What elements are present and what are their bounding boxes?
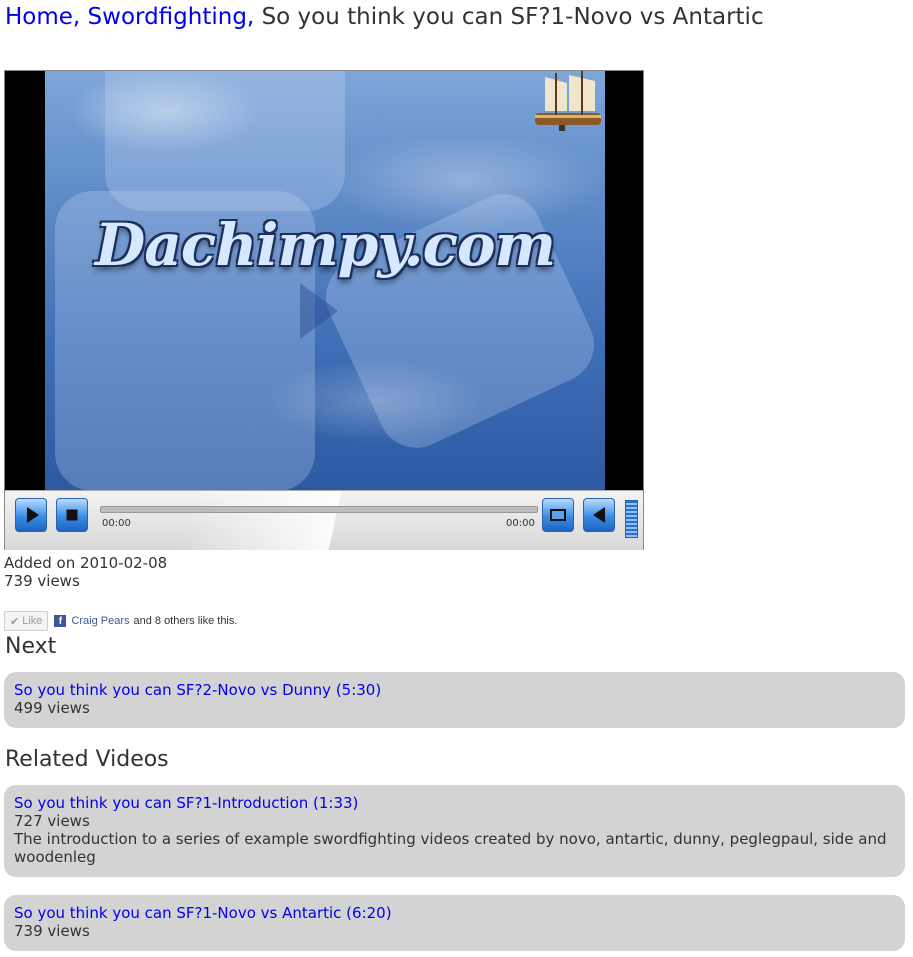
next-heading: Next: [5, 634, 57, 659]
facebook-like-widget: ✔ Like f Craig Pears and 8 others like t…: [4, 610, 237, 632]
stop-button[interactable]: [56, 498, 88, 532]
time-elapsed: 00:00: [102, 518, 131, 529]
check-icon: ✔: [10, 615, 20, 628]
view-count: 739 views: [4, 572, 80, 590]
breadcrumb-category-link[interactable]: Swordfighting,: [88, 4, 255, 30]
like-button[interactable]: ✔ Like: [4, 611, 49, 631]
next-video-link[interactable]: So you think you can SF?2-Novo vs Dunny …: [14, 681, 895, 699]
time-total: 00:00: [506, 518, 535, 529]
related-video-card: So you think you can SF?1-Novo vs Antart…: [4, 895, 905, 951]
related-video-views: 739 views: [14, 922, 90, 940]
watermark-logo: Dachimpy.com: [95, 211, 556, 279]
next-video-views: 499 views: [14, 699, 90, 717]
related-heading: Related Videos: [5, 747, 169, 772]
ship-icon: [535, 71, 601, 131]
video-meta: Added on 2010-02-08 739 views: [4, 554, 167, 590]
play-icon: [27, 507, 39, 523]
volume-slider[interactable]: [625, 500, 638, 538]
added-date: Added on 2010-02-08: [4, 554, 168, 572]
next-video-card: So you think you can SF?2-Novo vs Dunny …: [4, 672, 905, 728]
breadcrumb-home-link[interactable]: Home,: [5, 4, 80, 30]
video-frame[interactable]: Dachimpy.com: [45, 71, 605, 490]
volume-icon: [593, 507, 605, 523]
control-shine: [178, 491, 342, 550]
facebook-friend-link[interactable]: Craig Pears: [71, 615, 129, 627]
like-label: Like: [22, 615, 43, 627]
page-title: Home, Swordfighting, So you think you ca…: [5, 3, 765, 32]
breadcrumb-current: So you think you can SF?1-Novo vs Antart…: [261, 4, 764, 30]
fullscreen-button[interactable]: [542, 498, 574, 532]
facebook-others-text: and 8 others like this.: [133, 615, 238, 627]
related-video-link[interactable]: So you think you can SF?1-Novo vs Antart…: [14, 904, 895, 922]
play-button[interactable]: [15, 498, 47, 532]
facebook-icon: f: [54, 615, 67, 627]
video-player[interactable]: Dachimpy.com 00:00 00:00: [4, 70, 644, 550]
puzzle-shape: [105, 71, 345, 211]
mute-button[interactable]: [583, 498, 615, 532]
stop-icon: [66, 509, 78, 521]
related-video-views: 727 views: [14, 812, 90, 830]
seek-bar[interactable]: [100, 506, 538, 513]
related-video-description: The introduction to a series of example …: [14, 830, 887, 866]
player-controls: 00:00 00:00: [5, 490, 643, 550]
related-video-card: So you think you can SF?1-Introduction (…: [4, 785, 905, 877]
play-overlay-icon[interactable]: [300, 283, 338, 339]
related-video-link[interactable]: So you think you can SF?1-Introduction (…: [14, 794, 895, 812]
fullscreen-icon: [550, 509, 566, 521]
